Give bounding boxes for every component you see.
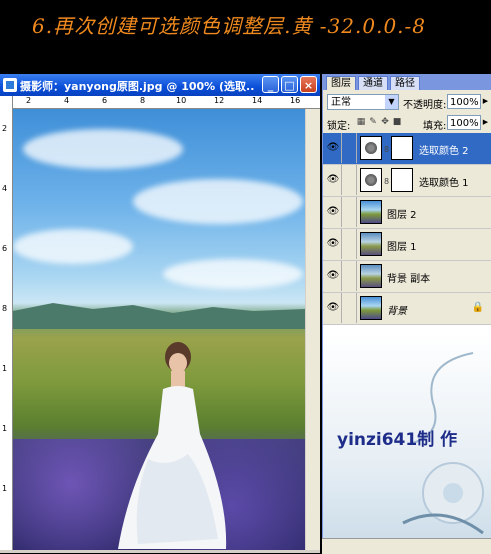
- layer-row[interactable]: 👁 图层 1: [323, 229, 491, 261]
- layer-name: 选取颜色 2: [419, 146, 469, 157]
- opacity-arrow-icon[interactable]: ▶: [481, 94, 490, 109]
- adjustment-thumbnail: [360, 168, 382, 192]
- layer-row[interactable]: 👁 背景 副本: [323, 261, 491, 293]
- ruler-label: 6: [2, 244, 8, 253]
- panel-tabs: 图层 通道 路径: [323, 74, 491, 90]
- eye-icon[interactable]: 👁: [325, 261, 342, 291]
- link-column[interactable]: [342, 197, 357, 227]
- ruler-label: 16: [290, 96, 301, 105]
- cloud: [23, 129, 183, 169]
- lock-label: 锁定:: [327, 121, 351, 132]
- eye-icon[interactable]: 👁: [325, 293, 342, 323]
- lock-row: 锁定: ▦ ✎ ✥ ■ 填充: 100% ▶: [323, 114, 491, 132]
- ruler-label: 2: [26, 96, 32, 105]
- tutorial-step-title: 6.再次创建可选颜色调整层.黄 -32.0.0.-8: [32, 14, 427, 38]
- cloud: [133, 179, 303, 224]
- lock-all-icon[interactable]: ■: [392, 117, 402, 127]
- link-column[interactable]: [342, 165, 357, 195]
- layer-thumbnail: [360, 200, 382, 224]
- fill-input[interactable]: 100%: [447, 115, 481, 130]
- tab-layers[interactable]: 图层: [326, 76, 356, 90]
- lock-transparency-icon[interactable]: ▦: [356, 117, 366, 127]
- eye-icon[interactable]: 👁: [325, 197, 342, 227]
- layer-name: 选取颜色 1: [419, 178, 469, 189]
- eye-icon[interactable]: 👁: [325, 133, 342, 163]
- link-column[interactable]: [342, 293, 357, 323]
- ruler-label: 4: [64, 96, 70, 105]
- vertical-scrollbar[interactable]: [306, 109, 320, 550]
- blend-mode-value: 正常: [331, 97, 351, 108]
- link-column[interactable]: [342, 133, 357, 163]
- ruler-label: 1: [2, 364, 8, 373]
- link-column[interactable]: [342, 261, 357, 291]
- tab-channels[interactable]: 通道: [358, 76, 388, 90]
- cloud: [163, 259, 303, 289]
- layer-name: 背景: [387, 306, 407, 317]
- bride-figure: [118, 342, 227, 549]
- minimize-button[interactable]: _: [262, 76, 279, 93]
- eye-icon[interactable]: 👁: [325, 165, 342, 195]
- layer-name: 图层 1: [387, 242, 417, 253]
- ruler-label: 6: [102, 96, 108, 105]
- layer-thumbnail: [360, 296, 382, 320]
- ruler-label: 2: [2, 124, 8, 133]
- close-button[interactable]: ×: [300, 76, 317, 93]
- ruler-label: 10: [176, 96, 187, 105]
- watermark-text: yinzi641制 作: [337, 430, 458, 450]
- ruler-label: 8: [2, 304, 8, 313]
- opacity-input[interactable]: 100%: [447, 94, 481, 109]
- layer-row[interactable]: 👁 背景 🔒: [323, 293, 491, 325]
- mask-thumbnail[interactable]: [391, 168, 413, 192]
- layer-row[interactable]: 👁 8 选取颜色 2: [323, 133, 491, 165]
- link-column[interactable]: [342, 229, 357, 259]
- mask-thumbnail[interactable]: [391, 136, 413, 160]
- photoshop-doc-icon: [3, 78, 17, 92]
- panel-bottom-bar: [322, 538, 491, 554]
- layer-thumbnail: [360, 264, 382, 288]
- layers-panel[interactable]: 图层 通道 路径 正常 ▼ 不透明度: 100% ▶ 锁定: ▦ ✎ ✥ ■ 填…: [322, 74, 491, 553]
- ruler-vertical[interactable]: 2 4 6 8 1 1 1: [0, 96, 13, 553]
- tab-paths[interactable]: 路径: [390, 76, 420, 90]
- mountain-range: [13, 303, 305, 329]
- lock-position-icon[interactable]: ✥: [380, 117, 390, 127]
- maximize-button[interactable]: □: [281, 76, 298, 93]
- ruler-label: 1: [2, 484, 8, 493]
- fill-label: 填充:: [423, 121, 447, 132]
- ruler-label: 12: [214, 96, 225, 105]
- decorative-background: yinzi641制 作: [323, 333, 491, 553]
- blend-row: 正常 ▼ 不透明度: 100% ▶: [323, 91, 491, 113]
- document-title: 摄影师：yanyong原图.jpg @ 100% (选取...: [20, 80, 255, 93]
- layer-thumbnail: [360, 232, 382, 256]
- ruler-label: 1: [2, 424, 8, 433]
- document-window[interactable]: 摄影师：yanyong原图.jpg @ 100% (选取... _ □ × 2 …: [0, 74, 320, 553]
- lock-icon: 🔒: [471, 302, 484, 313]
- document-titlebar[interactable]: 摄影师：yanyong原图.jpg @ 100% (选取... _ □ ×: [0, 74, 320, 96]
- lock-pixels-icon[interactable]: ✎: [368, 117, 378, 127]
- ruler-label: 8: [140, 96, 146, 105]
- photo-canvas[interactable]: [13, 109, 305, 550]
- opacity-label: 不透明度:: [403, 100, 447, 111]
- chain-icon: 8: [384, 145, 390, 154]
- chain-icon: 8: [384, 177, 390, 186]
- layers-list: 👁 8 选取颜色 2 👁 8 选取颜色 1 👁 图层 2 👁 图层 1 👁 背景…: [323, 133, 491, 333]
- layer-row[interactable]: 👁 8 选取颜色 1: [323, 165, 491, 197]
- banner: 6.再次创建可选颜色调整层.黄 -32.0.0.-8: [0, 0, 491, 74]
- ruler-label: 14: [252, 96, 263, 105]
- ruler-horizontal[interactable]: 2 4 6 8 10 12 14 16: [12, 96, 320, 109]
- fill-arrow-icon[interactable]: ▶: [481, 115, 490, 130]
- cloud: [13, 229, 133, 264]
- ruler-label: 4: [2, 184, 8, 193]
- adjustment-thumbnail: [360, 136, 382, 160]
- layer-name: 图层 2: [387, 210, 417, 221]
- layer-row[interactable]: 👁 图层 2: [323, 197, 491, 229]
- blend-mode-select[interactable]: 正常 ▼: [327, 94, 399, 110]
- dropdown-arrow-icon: ▼: [385, 95, 398, 109]
- layer-name: 背景 副本: [387, 274, 431, 285]
- eye-icon[interactable]: 👁: [325, 229, 342, 259]
